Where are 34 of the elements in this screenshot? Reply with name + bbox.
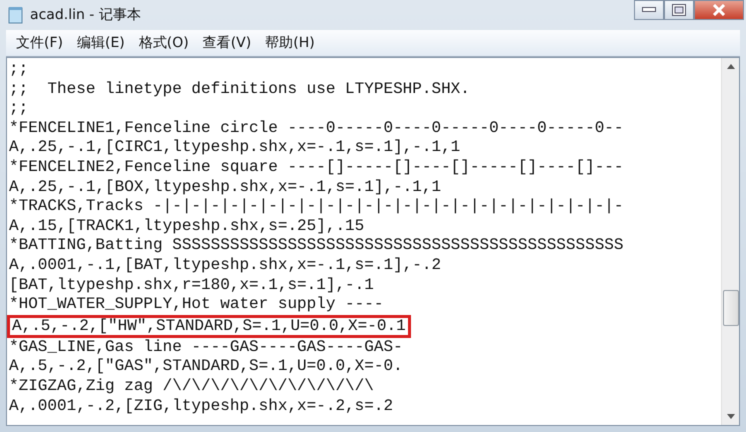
code-line: *TRACKS,Tracks -|-|-|-|-|-|-|-|-|-|-|-|-|-|-|-|-|-|-|-|-|-|-|-|- bbox=[9, 197, 624, 217]
maximize-button[interactable] bbox=[664, 0, 694, 20]
code-line: A,.0001,-.2,[ZIG,ltypeshp.shx,x=-.2,s=.2 bbox=[9, 396, 394, 416]
scroll-down-icon bbox=[726, 414, 734, 419]
close-icon bbox=[712, 4, 726, 16]
code-line: *FENCELINE2,Fenceline square ----[]-----[]----[]-----[]----[]--- bbox=[9, 158, 624, 178]
menu-item[interactable]: 文件(F) bbox=[10, 32, 69, 54]
code-line: *ZIGZAG,Zig zag /\/\/\/\/\/\/\/\/\/\/\ bbox=[9, 376, 374, 396]
code-line: *FENCELINE1,Fenceline circle ----0-----0----0-----0----0-----0-- bbox=[9, 118, 624, 138]
close-button[interactable] bbox=[694, 0, 744, 20]
minimize-button[interactable] bbox=[634, 0, 664, 20]
code-line: ;; bbox=[9, 99, 28, 119]
code-line: [BAT,ltypeshp.shx,r=180,x=.1,s=.1],-.1 bbox=[9, 276, 374, 296]
code-line: ;; These linetype definitions use LTYPESHP.SHX. bbox=[9, 80, 470, 100]
code-line: *GAS_LINE,Gas line ----GAS----GAS----GAS- bbox=[9, 338, 403, 358]
vertical-scrollbar[interactable] bbox=[721, 58, 739, 425]
menu-item[interactable]: 查看(V) bbox=[196, 32, 258, 54]
code-line: ;; bbox=[9, 60, 28, 80]
code-line: A,.25,-.1,[BOX,ltypeshp.shx,x=-.1,s=.1],-.1,1 bbox=[9, 178, 442, 198]
menu-item[interactable]: 编辑(E) bbox=[70, 32, 131, 54]
scroll-up-icon bbox=[726, 64, 734, 69]
code-line: *BATTING,Batting SSSSSSSSSSSSSSSSSSSSSSSSSSSSSSSSSSSSSSSSSSSSSSS bbox=[9, 236, 624, 256]
maximize-icon bbox=[672, 4, 686, 16]
notepad-icon bbox=[8, 6, 24, 24]
minimize-icon bbox=[642, 7, 656, 13]
code-line: A,.0001,-.1,[BAT,ltypeshp.shx,x=-.1,s=.1],-.2 bbox=[9, 256, 442, 276]
menu-item[interactable]: 帮助(H) bbox=[259, 32, 321, 54]
code-line: *HOT_WATER_SUPPLY,Hot water supply ---- bbox=[9, 295, 384, 315]
scrollbar-thumb[interactable] bbox=[722, 290, 738, 326]
window-title: acad.lin - 记事本 bbox=[30, 6, 141, 24]
code-line: A,.25,-.1,[CIRC1,ltypeshp.shx,x=-.1,s=.1],-.1,1 bbox=[9, 138, 460, 158]
code-line: A,.15,[TRACK1,ltypeshp.shx,s=.25],.15 bbox=[9, 216, 364, 236]
menu-item[interactable]: 格式(O) bbox=[132, 32, 195, 54]
code-line: A,.5,-.2,["GAS",STANDARD,S=.1,U=0.0,X=-0. bbox=[9, 357, 403, 377]
